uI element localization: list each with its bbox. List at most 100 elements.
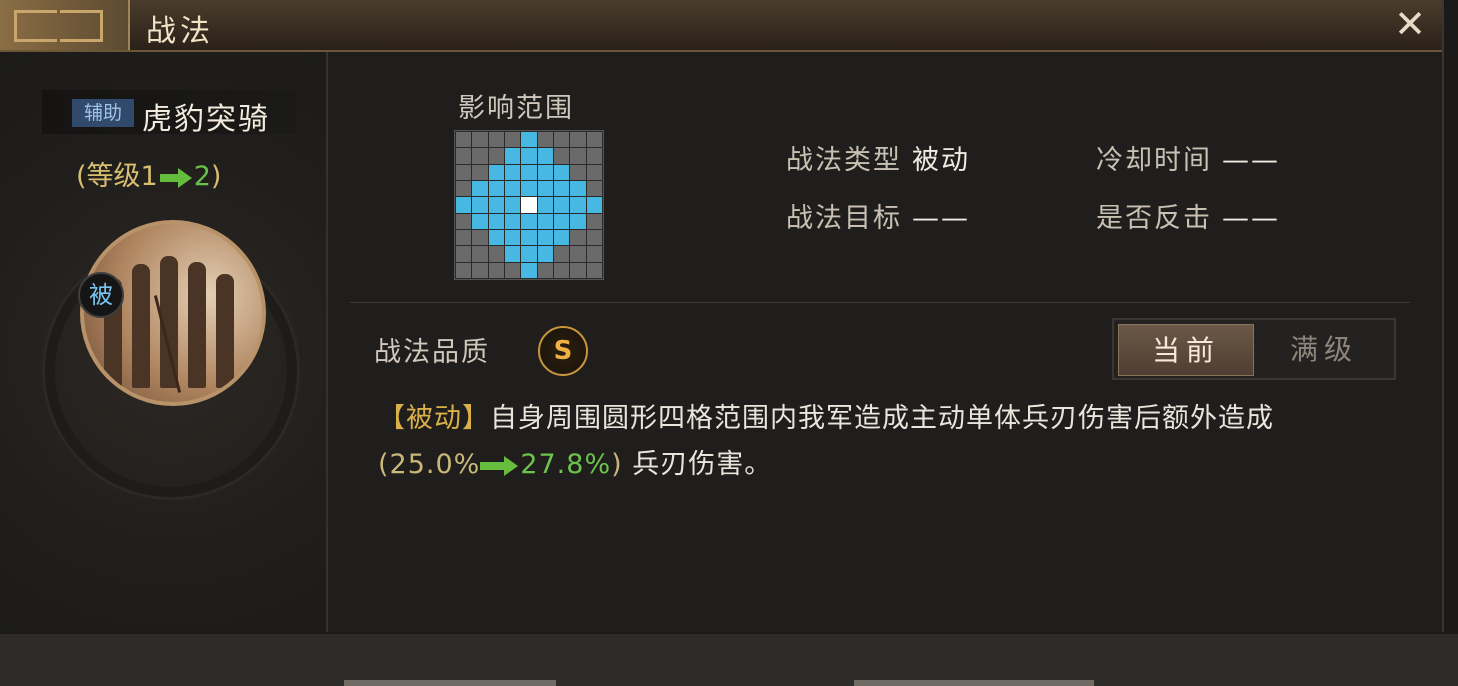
grid-cell <box>488 262 504 278</box>
grid-cell <box>586 164 602 180</box>
info-cooldown: 冷却时间 —— <box>1096 138 1280 177</box>
grid-cell <box>456 213 472 229</box>
bottom-button-edge[interactable] <box>854 680 1094 686</box>
desc-open: ( <box>378 449 390 480</box>
value-arrow-icon <box>480 455 520 476</box>
grid-cell-active <box>488 197 504 213</box>
grid-cell-active <box>537 148 553 164</box>
grid-cell-active <box>553 164 570 180</box>
divider <box>350 302 1410 303</box>
soldier-figure <box>188 262 206 388</box>
grid-cell <box>456 164 472 180</box>
level-toggle: 当前 满级 <box>1112 318 1396 380</box>
grid-cell-active <box>537 180 553 197</box>
grid-cell-active <box>521 132 537 148</box>
grid-cell-active <box>504 229 521 246</box>
desc-bracket: 【被动】 <box>378 403 490 434</box>
grid-cell <box>586 132 602 148</box>
grid-cell <box>570 262 586 278</box>
grid-cell-active <box>472 197 488 213</box>
range-grid <box>454 130 604 280</box>
quality-grade-badge: S <box>538 326 588 376</box>
grid-cell-active <box>537 246 553 262</box>
type-label: 战法类型 <box>786 145 902 176</box>
grid-cell <box>553 262 570 278</box>
grid-cell <box>570 164 586 180</box>
grid-cell <box>456 148 472 164</box>
grid-cell-active <box>586 197 602 213</box>
grid-cell <box>586 213 602 229</box>
bottom-strip <box>0 634 1458 686</box>
level-prefix: (等级 <box>76 161 141 192</box>
skill-level: (等级1 2) <box>76 154 221 193</box>
skill-window: 战法 ✕ 辅助 虎豹突骑 (等级1 2) 被 影响范围 战法类型 被动 冷却时间 ——… <box>0 0 1444 632</box>
desc-new-value: 27.8% <box>520 449 612 480</box>
grid-cell-active <box>570 197 586 213</box>
quality-label: 战法品质 <box>374 337 490 368</box>
grid-cell-active <box>504 148 521 164</box>
target-value: —— <box>912 203 970 234</box>
ornament-right <box>60 10 103 42</box>
grid-cell-active <box>521 164 537 180</box>
grid-cell <box>553 246 570 262</box>
grid-cell <box>472 132 488 148</box>
grid-cell-active <box>521 262 537 278</box>
soldier-figure <box>132 264 150 388</box>
grid-cell-active <box>504 197 521 213</box>
ornament-left <box>14 10 57 42</box>
skill-name: 虎豹突骑 <box>142 102 270 137</box>
grid-cell <box>456 180 472 197</box>
info-type: 战法类型 被动 <box>786 138 970 177</box>
grid-cell <box>472 164 488 180</box>
grid-cell-active <box>570 180 586 197</box>
target-label: 战法目标 <box>786 203 902 234</box>
grid-cell <box>456 229 472 246</box>
grid-cell-active <box>472 213 488 229</box>
grid-cell <box>570 246 586 262</box>
level-to: 2 <box>193 161 211 192</box>
grid-cell-active <box>521 180 537 197</box>
skill-name-box: 辅助 虎豹突骑 <box>42 90 296 137</box>
grid-cell <box>586 180 602 197</box>
grid-cell-active <box>488 164 504 180</box>
grid-cell <box>570 229 586 246</box>
close-icon[interactable]: ✕ <box>1388 4 1432 44</box>
grid-cell <box>537 262 553 278</box>
grid-cell-active <box>521 213 537 229</box>
tab-current[interactable]: 当前 <box>1118 324 1254 376</box>
grid-cell <box>586 262 602 278</box>
info-target: 战法目标 —— <box>786 196 970 235</box>
grid-cell <box>586 246 602 262</box>
soldier-figure <box>216 274 234 388</box>
grid-cell-active <box>537 213 553 229</box>
grid-cell <box>488 132 504 148</box>
grid-cell <box>504 262 521 278</box>
level-arrow-icon <box>159 167 192 188</box>
grid-cell-active <box>553 213 570 229</box>
grid-cell-active <box>521 246 537 262</box>
grid-cell <box>488 148 504 164</box>
grid-cell-center <box>521 197 537 213</box>
level-suffix: ) <box>210 161 222 192</box>
bottom-button-edge[interactable] <box>344 680 556 686</box>
grid-cell <box>586 148 602 164</box>
info-counter: 是否反击 —— <box>1096 196 1280 235</box>
grid-cell-active <box>553 180 570 197</box>
cooldown-value: —— <box>1222 145 1280 176</box>
grid-cell <box>472 262 488 278</box>
grid-cell-active <box>537 197 553 213</box>
grid-cell <box>472 148 488 164</box>
grid-cell-active <box>488 180 504 197</box>
skill-description: 【被动】自身周围圆形四格范围内我军造成主动单体兵刃伤害后额外造成 (25.0% 2… <box>378 396 1418 488</box>
grid-cell-active <box>570 213 586 229</box>
title-bar: 战法 ✕ <box>0 0 1442 52</box>
grid-cell-active <box>553 229 570 246</box>
grid-cell-active <box>504 246 521 262</box>
tab-max-level[interactable]: 满级 <box>1256 324 1392 376</box>
grid-cell <box>504 132 521 148</box>
grid-cell-active <box>537 164 553 180</box>
counter-label: 是否反击 <box>1096 203 1212 234</box>
type-value: 被动 <box>912 145 970 176</box>
desc-text-1: 自身周围圆形四格范围内我军造成主动单体兵刃伤害后额外造成 <box>490 403 1274 434</box>
desc-old-value: 25.0% <box>389 449 481 480</box>
